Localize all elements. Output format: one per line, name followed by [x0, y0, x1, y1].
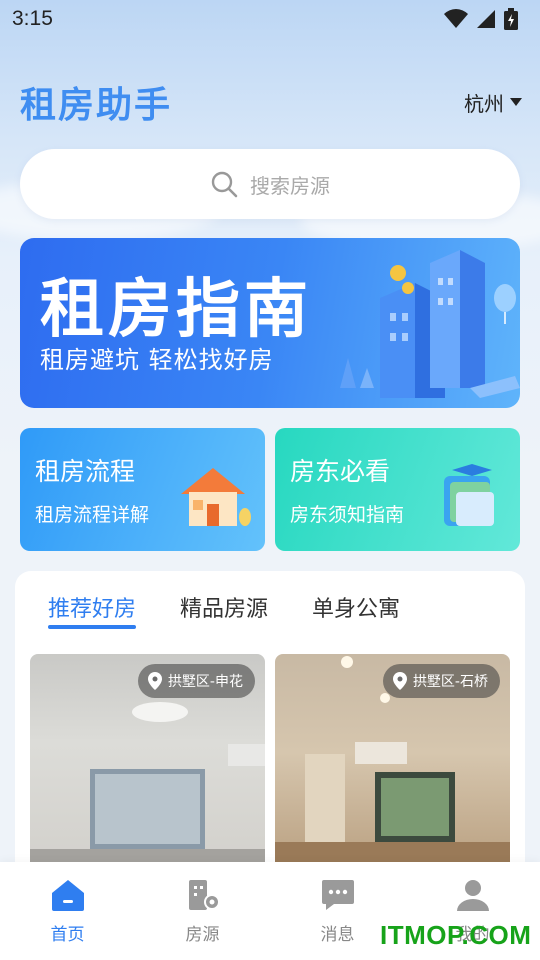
city-selector[interactable]: 杭州 [464, 88, 522, 117]
listing-card[interactable]: 拱墅区-石桥 [275, 654, 510, 874]
home-icon [51, 880, 84, 911]
tabbar-listings[interactable]: 房源 [135, 862, 270, 960]
location-pin-icon [392, 672, 407, 690]
listing-tabs: 推荐好房 精品房源 单身公寓 [48, 591, 444, 629]
wifi-icon [444, 9, 468, 28]
rental-process-card[interactable]: 租房流程 租房流程详解 [20, 428, 265, 551]
search-icon [211, 171, 238, 198]
card-title: 租房流程 [35, 457, 136, 486]
tab-label: 推荐好房 [48, 597, 137, 622]
banner-subtitle: 租房避坑 轻松找好房 [40, 346, 274, 374]
status-time: 3:15 [12, 7, 53, 30]
active-tab-indicator [48, 625, 137, 629]
tabbar-label: 首页 [50, 925, 85, 945]
message-icon [321, 880, 354, 910]
listing-card[interactable]: 拱墅区-申花 [30, 654, 265, 874]
card-subtitle: 租房流程详解 [35, 504, 150, 526]
tab-single-apartment[interactable]: 单身公寓 [312, 591, 400, 623]
tab-recommended[interactable]: 推荐好房 [48, 591, 137, 629]
status-bar: 3:15 [0, 0, 540, 38]
rental-guide-banner[interactable]: 租房指南 租房避坑 轻松找好房 [20, 238, 520, 408]
watermark: ITMOP.COM [380, 920, 532, 950]
tabbar-label: 消息 [320, 925, 355, 945]
banner-title: 租房指南 [40, 273, 312, 347]
caret-down-icon [510, 98, 522, 106]
folder-icon [444, 464, 494, 526]
tabbar-label: 房源 [185, 925, 220, 945]
landlord-guide-card[interactable]: 房东必看 房东须知指南 [275, 428, 520, 551]
location-badge: 拱墅区-申花 [137, 664, 255, 698]
house-icon [181, 468, 251, 526]
signal-icon [477, 10, 495, 28]
building-icon [188, 880, 220, 910]
app-header: 租房助手 杭州 [20, 78, 522, 126]
location-label: 拱墅区-石桥 [412, 674, 488, 690]
battery-icon [504, 8, 518, 30]
location-label: 拱墅区-申花 [167, 674, 243, 690]
tabbar-home[interactable]: 首页 [0, 862, 135, 960]
location-badge: 拱墅区-石桥 [382, 664, 500, 698]
city-buildings-illustration [340, 250, 520, 398]
city-label: 杭州 [464, 91, 504, 116]
card-title: 房东必看 [290, 457, 391, 486]
location-pin-icon [147, 672, 162, 690]
user-icon [456, 880, 489, 911]
search-placeholder: 搜索房源 [250, 173, 330, 198]
app-title: 租房助手 [20, 85, 173, 126]
search-bar[interactable]: 搜索房源 [20, 149, 520, 219]
status-icons [444, 8, 518, 30]
tab-premium[interactable]: 精品房源 [180, 591, 268, 623]
card-subtitle: 房东须知指南 [290, 504, 405, 526]
